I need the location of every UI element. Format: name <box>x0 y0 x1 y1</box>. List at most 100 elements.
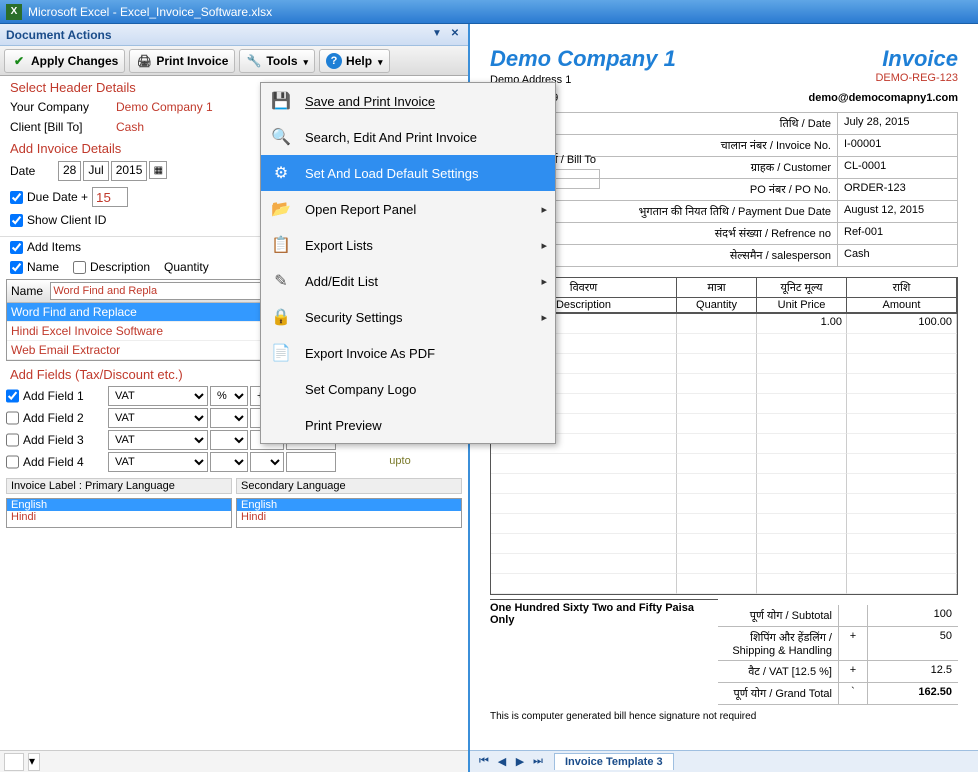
add-items-checkbox[interactable] <box>10 241 23 254</box>
email-value: demo@democomapny1.com <box>809 92 958 104</box>
field-checkbox[interactable] <box>6 430 19 450</box>
lang-item[interactable]: Hindi <box>237 511 461 523</box>
panel-close-icon[interactable]: ✕ <box>448 28 462 42</box>
field-type-select[interactable]: VAT <box>108 452 208 472</box>
item-row <box>491 374 957 394</box>
menu-item[interactable]: 🔍 Search, Edit And Print Invoice <box>261 119 555 155</box>
company-name: Demo Company 1 <box>490 46 676 72</box>
lang-item[interactable]: English <box>7 499 231 511</box>
panel-dropdown-icon[interactable]: ▼ <box>430 28 444 42</box>
item-row <box>491 454 957 474</box>
field-type-select[interactable]: VAT <box>108 408 208 428</box>
meta-row: भुगतान की नियत तिथि / Payment Due DateAu… <box>490 201 958 223</box>
sheet-tabstrip: ⏮ ◀ ▶ ⏭ Invoice Template 3 <box>470 750 978 772</box>
menu-item[interactable]: 💾 Save and Print Invoice <box>261 83 555 119</box>
due-days-input[interactable] <box>92 187 128 207</box>
lang-item[interactable]: English <box>237 499 461 511</box>
menu-item[interactable]: ✎ Add/Edit List <box>261 263 555 299</box>
col-name-checkbox[interactable] <box>10 261 23 274</box>
menu-icon: ⚙ <box>269 161 293 185</box>
field-checkbox[interactable] <box>6 386 19 406</box>
item-row <box>491 394 957 414</box>
field-checkbox[interactable] <box>6 452 19 472</box>
print-invoice-button[interactable]: 🖨 Print Invoice <box>129 49 235 73</box>
meta-row: संदर्भ संख्या / Refrence noRef-001 <box>490 223 958 245</box>
sheet-tab[interactable]: Invoice Template 3 <box>554 753 674 770</box>
field-checkbox[interactable] <box>6 408 19 428</box>
printer-icon: 🖨 <box>136 53 152 69</box>
menu-item[interactable]: ⚙ Set And Load Default Settings <box>261 155 555 191</box>
calendar-icon[interactable]: ▦ <box>149 161 167 179</box>
date-input[interactable]: 28 Jul 2015 ▦ <box>58 161 167 181</box>
invoice-title: Invoice <box>875 46 958 72</box>
submenu-arrow-icon <box>541 238 547 252</box>
meta-row: तिथि / DateJuly 28, 2015 <box>490 112 958 135</box>
field-value-input[interactable] <box>286 452 336 472</box>
field-unit-select[interactable] <box>210 408 248 428</box>
menu-icon: 📄 <box>269 341 293 365</box>
menu-item[interactable]: 🔒 Security Settings <box>261 299 555 335</box>
item-row <box>491 474 957 494</box>
due-date-label: Due Date + <box>27 190 88 204</box>
field-unit-select[interactable] <box>210 452 248 472</box>
menu-item[interactable]: Print Preview <box>261 407 555 443</box>
tab-first-icon[interactable]: ⏮ <box>476 755 492 768</box>
submenu-arrow-icon <box>541 202 547 216</box>
menu-icon <box>269 413 293 437</box>
lang-primary-list[interactable]: EnglishHindi <box>6 498 232 528</box>
client-value[interactable]: Cash <box>116 120 144 134</box>
add-items-title: Add Items <box>27 240 81 254</box>
your-company-value[interactable]: Demo Company 1 <box>116 100 213 114</box>
item-row <box>491 354 957 374</box>
show-client-checkbox[interactable] <box>10 214 23 227</box>
tab-next-icon[interactable]: ▶ <box>512 755 528 768</box>
field-op-select[interactable] <box>250 452 284 472</box>
panel-bottombar: ▾ <box>0 750 468 772</box>
lang-item[interactable]: Hindi <box>7 511 231 523</box>
col-qty-label: Quantity <box>164 260 209 274</box>
item-row: Product 11.00100.00 <box>491 314 957 334</box>
check-icon: ✔ <box>11 53 27 69</box>
totals: पूर्ण योग / Subtotal100 शिपिंग और हेंडलि… <box>718 605 958 705</box>
app-name: Microsoft Excel <box>28 5 109 19</box>
apply-changes-button[interactable]: ✔ Apply Changes <box>4 49 125 73</box>
tab-prev-icon[interactable]: ◀ <box>494 755 510 768</box>
field-unit-select[interactable]: % <box>210 386 248 406</box>
panel-header: Document Actions ▼ ✕ <box>0 24 468 46</box>
titlebar: X Microsoft Excel - Excel_Invoice_Softwa… <box>0 0 978 24</box>
due-date-checkbox[interactable] <box>10 191 23 204</box>
help-icon: ? <box>326 53 342 69</box>
item-row <box>491 574 957 594</box>
item-row <box>491 334 957 354</box>
caret-down-icon <box>376 54 383 68</box>
meta-row: सेल्समैन / salespersonCash <box>490 245 958 267</box>
submenu-arrow-icon <box>541 310 547 324</box>
menu-icon: ✎ <box>269 269 293 293</box>
menu-item[interactable]: Set Company Logo <box>261 371 555 407</box>
item-row <box>491 414 957 434</box>
menu-icon: 🔒 <box>269 305 293 329</box>
menu-icon: 💾 <box>269 89 293 113</box>
help-button[interactable]: ? Help <box>319 49 390 73</box>
lang-secondary-list[interactable]: EnglishHindi <box>236 498 462 528</box>
lang-secondary-header: Secondary Language <box>236 478 462 494</box>
excel-icon: X <box>6 4 22 20</box>
menu-item[interactable]: 📂 Open Report Panel <box>261 191 555 227</box>
total-row: पूर्ण योग / Grand Total`162.50 <box>718 683 958 705</box>
menu-item[interactable]: 📋 Export Lists <box>261 227 555 263</box>
bb-btn[interactable]: ▾ <box>28 753 40 771</box>
your-company-label: Your Company <box>10 100 110 114</box>
field-type-select[interactable]: VAT <box>108 386 208 406</box>
menu-icon: 📋 <box>269 233 293 257</box>
col-desc-checkbox[interactable] <box>73 261 86 274</box>
menu-item[interactable]: 📄 Export Invoice As PDF <box>261 335 555 371</box>
item-row <box>491 514 957 534</box>
tools-button[interactable]: 🔧 Tools <box>239 49 315 73</box>
bb-btn[interactable] <box>4 753 24 771</box>
tab-last-icon[interactable]: ⏭ <box>530 755 546 768</box>
item-row <box>491 494 957 514</box>
field-type-select[interactable]: VAT <box>108 430 208 450</box>
field-unit-select[interactable] <box>210 430 248 450</box>
client-label: Client [Bill To] <box>10 120 110 134</box>
menu-icon: 🔍 <box>269 125 293 149</box>
